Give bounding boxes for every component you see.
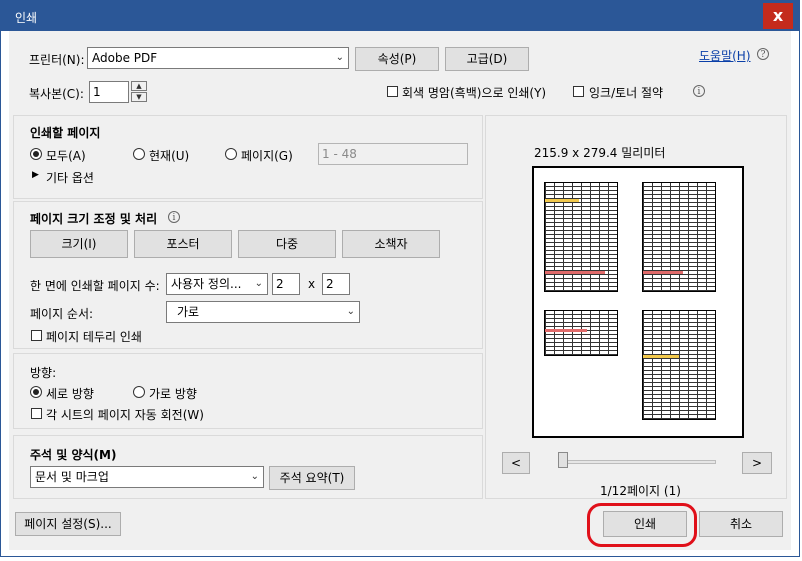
chevron-down-icon: ⌄ [346, 306, 355, 317]
chevron-down-icon: ⌄ [254, 278, 263, 289]
comments-forms-select[interactable]: 문서 및 마크업 ⌄ [30, 466, 264, 488]
preview-thumbnail-4 [642, 310, 716, 420]
copies-down-button[interactable]: ▼ [131, 92, 147, 102]
preview-page [532, 166, 744, 438]
grayscale-checkbox[interactable] [387, 86, 398, 97]
pages-per-sheet-label: 한 면에 인쇄할 페이지 수: [30, 279, 160, 293]
page-slider-thumb[interactable] [558, 452, 568, 468]
help-link[interactable]: 도움말(H) [699, 47, 751, 64]
preview-thumbnail-1 [544, 182, 618, 292]
copies-input[interactable]: 1 [89, 81, 129, 103]
page-indicator: 1/12페이지 (1) [600, 484, 681, 498]
info-icon[interactable]: i [168, 211, 180, 223]
print-dialog: 인쇄 x 프린터(N): Adobe PDF ⌄ 속성(P) 고급(D) 도움말… [0, 0, 800, 557]
page-sizing-heading: 페이지 크기 조정 및 처리 [30, 212, 158, 226]
page-range-input[interactable]: 1 - 48 [318, 143, 468, 165]
current-page-radio[interactable] [133, 148, 145, 160]
paper-size-text: 215.9 x 279.4 밀리미터 [534, 146, 666, 160]
print-button[interactable]: 인쇄 [603, 511, 687, 537]
chevron-down-icon: ⌄ [250, 471, 259, 482]
size-button[interactable]: 크기(I) [30, 230, 128, 258]
comments-forms-heading: 주석 및 양식(M) [30, 448, 117, 462]
booklet-button[interactable]: 소책자 [342, 230, 440, 258]
landscape-label: 가로 방향 [149, 387, 197, 401]
portrait-radio[interactable] [30, 386, 42, 398]
orientation-heading: 방향: [30, 366, 57, 380]
advanced-button[interactable]: 고급(D) [445, 47, 529, 71]
page-order-select[interactable]: 가로 ⌄ [166, 301, 360, 323]
page-sizing-panel: 페이지 크기 조정 및 처리 i 크기(I) 포스터 다중 소책자 한 면에 인… [13, 201, 483, 349]
multiple-button[interactable]: 다중 [238, 230, 336, 258]
pages-to-print-heading: 인쇄할 페이지 [30, 126, 101, 140]
page-range-radio[interactable] [225, 148, 237, 160]
current-page-label: 현재(U) [149, 149, 190, 163]
preview-thumbnail-2 [642, 182, 716, 292]
auto-rotate-label: 각 시트의 페이지 자동 회전(W) [46, 408, 204, 422]
dialog-body: 프린터(N): Adobe PDF ⌄ 속성(P) 고급(D) 도움말(H) ?… [9, 31, 791, 550]
save-ink-checkbox[interactable] [573, 86, 584, 97]
printer-select[interactable]: Adobe PDF ⌄ [87, 47, 349, 69]
cancel-button[interactable]: 취소 [699, 511, 783, 537]
page-border-checkbox[interactable] [31, 330, 42, 341]
window-title: 인쇄 [15, 11, 38, 25]
preview-thumbnail-3 [544, 310, 618, 356]
pages-per-sheet-value: 사용자 정의... [171, 277, 242, 291]
help-icon[interactable]: ? [757, 48, 769, 60]
all-pages-label: 모두(A) [46, 149, 86, 163]
title-bar[interactable]: 인쇄 x [1, 1, 799, 31]
comments-forms-panel: 주석 및 양식(M) 문서 및 마크업 ⌄ 주석 요약(T) [13, 435, 483, 499]
next-page-button[interactable]: > [742, 452, 772, 474]
poster-button[interactable]: 포스터 [134, 230, 232, 258]
page-slider-track[interactable] [560, 460, 716, 464]
info-icon[interactable]: i [693, 85, 705, 97]
all-pages-radio[interactable] [30, 148, 42, 160]
auto-rotate-checkbox[interactable] [31, 408, 42, 419]
more-options-toggle[interactable]: 기타 옵션 [46, 169, 94, 186]
pages-per-sheet-rows-input[interactable]: 2 [322, 273, 350, 295]
page-order-value: 가로 [177, 305, 200, 319]
pages-per-sheet-cols-input[interactable]: 2 [272, 273, 300, 295]
printer-selected-value: Adobe PDF [92, 51, 158, 65]
page-border-label: 페이지 테두리 인쇄 [46, 330, 142, 344]
times-symbol: x [308, 277, 316, 291]
prev-page-button[interactable]: < [502, 452, 530, 474]
save-ink-label: 잉크/토너 절약 [589, 86, 664, 100]
copies-up-button[interactable]: ▲ [131, 81, 147, 91]
page-order-label: 페이지 순서: [30, 307, 94, 321]
chevron-down-icon: ⌄ [335, 52, 344, 63]
orientation-panel: 방향: 세로 방향 가로 방향 각 시트의 페이지 자동 회전(W) [13, 353, 483, 429]
preview-panel: 215.9 x 279.4 밀리미터 < > 1/12페이지 (1) [485, 115, 787, 499]
pages-to-print-panel: 인쇄할 페이지 모두(A) 현재(U) 페이지(G) 1 - 48 ▶ 기타 옵… [13, 115, 483, 199]
copies-label: 복사본(C): [29, 87, 84, 101]
printer-label: 프린터(N): [29, 53, 85, 67]
close-button[interactable]: x [763, 3, 793, 29]
landscape-radio[interactable] [133, 386, 145, 398]
comments-forms-value: 문서 및 마크업 [35, 470, 109, 484]
page-range-label: 페이지(G) [241, 149, 293, 163]
page-setup-button[interactable]: 페이지 설정(S)... [15, 512, 121, 536]
summarize-comments-button[interactable]: 주석 요약(T) [269, 466, 355, 490]
triangle-right-icon[interactable]: ▶ [32, 170, 39, 180]
portrait-label: 세로 방향 [46, 387, 94, 401]
properties-button[interactable]: 속성(P) [355, 47, 439, 71]
grayscale-label: 회색 명암(흑백)으로 인쇄(Y) [402, 86, 547, 100]
pages-per-sheet-select[interactable]: 사용자 정의... ⌄ [166, 273, 268, 295]
